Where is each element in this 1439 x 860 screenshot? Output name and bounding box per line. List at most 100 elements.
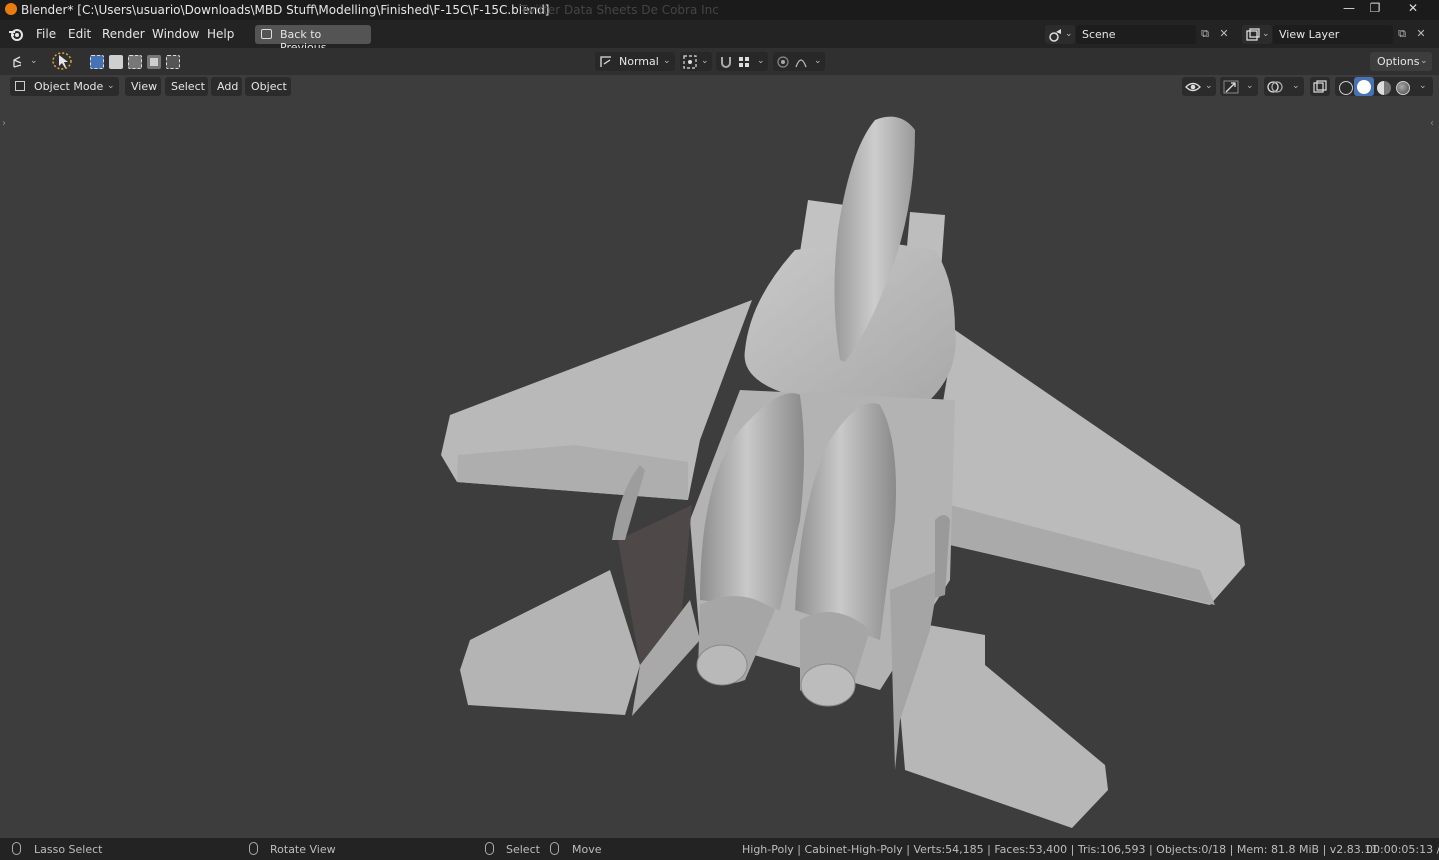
overlays-icon xyxy=(1267,81,1283,93)
object-mode-dropdown[interactable]: Object Mode ⌄ xyxy=(10,77,119,96)
orientation-icon xyxy=(600,56,611,67)
xray-toggle[interactable] xyxy=(1310,77,1330,96)
back-screen-icon xyxy=(261,29,272,39)
overlays-dropdown[interactable]: ⌄ xyxy=(1264,77,1304,96)
proportional-editing-dropdown[interactable]: ⌄ xyxy=(773,52,825,71)
view-layer-icon xyxy=(1246,28,1260,41)
chevron-down-icon: ⌄ xyxy=(1292,81,1300,91)
lasso-select-tool-icon xyxy=(52,52,72,70)
window-title: Blender* [C:\Users\usuario\Downloads\MBD… xyxy=(21,3,550,17)
viewport-menu-object-label: Object xyxy=(251,80,287,93)
blender-app-icon xyxy=(5,3,17,15)
viewport-menu-add[interactable]: Add xyxy=(211,77,242,96)
view-layer-selector-dropdown[interactable]: ⌄ xyxy=(1242,25,1272,44)
chevron-down-icon: ⌄ xyxy=(1246,81,1254,91)
gizmo-icon xyxy=(1223,80,1239,94)
view-layer-name-label: View Layer xyxy=(1279,28,1340,41)
proportional-edit-icon xyxy=(777,56,789,68)
falloff-icon xyxy=(795,59,807,68)
delete-scene-icon[interactable]: ✕ xyxy=(1215,25,1233,44)
wireframe-icon[interactable] xyxy=(1339,81,1353,95)
right-exhaust xyxy=(800,663,856,707)
chevron-down-icon: ⌄ xyxy=(1420,56,1428,66)
3d-viewport[interactable]: › ‹ xyxy=(0,100,1439,838)
scene-icon xyxy=(1049,29,1061,42)
chevron-down-icon: ⌄ xyxy=(1262,29,1270,39)
snap-increment-icon xyxy=(739,57,749,67)
chevron-down-icon: ⌄ xyxy=(663,56,671,66)
scene-selector-dropdown[interactable]: ⌄ xyxy=(1045,25,1075,44)
new-scene-icon[interactable]: ⧉ xyxy=(1196,25,1214,44)
tool-header: ⌄ Normal ⌄ ⌄ ⌄ ⌄ Options ⌄ xyxy=(0,48,1439,75)
object-mode-icon xyxy=(15,81,25,91)
menu-help[interactable]: Help xyxy=(207,27,234,41)
status-select: Select xyxy=(506,843,540,856)
menu-edit[interactable]: Edit xyxy=(68,27,91,41)
solid-shading-active[interactable] xyxy=(1354,77,1374,96)
chevron-down-icon: ⌄ xyxy=(701,56,709,66)
chevron-down-icon: ⌄ xyxy=(814,56,822,66)
select-new-icon[interactable] xyxy=(90,55,104,69)
maximize-button[interactable]: ❐ xyxy=(1362,0,1388,18)
f15c-model[interactable] xyxy=(0,100,1439,838)
right-horizontal-stabilizer xyxy=(900,620,1108,828)
menu-window[interactable]: Window xyxy=(152,27,199,41)
options-label: Options xyxy=(1377,55,1420,68)
options-dropdown[interactable]: Options ⌄ xyxy=(1370,52,1432,71)
viewport-menu-view[interactable]: View xyxy=(125,77,161,96)
mouse-left-icon xyxy=(485,842,494,855)
viewport-menu-add-label: Add xyxy=(217,80,239,93)
magnet-icon xyxy=(721,57,731,68)
object-mode-label: Object Mode xyxy=(34,80,104,93)
viewport-menu-view-label: View xyxy=(131,80,158,93)
status-move: Move xyxy=(572,843,602,856)
status-bar: Lasso Select Rotate View Select Move Hig… xyxy=(0,838,1439,860)
status-lasso-select: Lasso Select xyxy=(34,843,103,856)
mouse-left-drag-icon xyxy=(12,842,21,855)
chevron-down-icon: ⌄ xyxy=(30,56,38,66)
visibility-dropdown[interactable]: ⌄ xyxy=(1182,77,1216,96)
chevron-down-icon: ⌄ xyxy=(757,56,765,66)
delete-view-layer-icon[interactable]: ✕ xyxy=(1412,25,1430,44)
status-rotate-view: Rotate View xyxy=(270,843,336,856)
back-to-previous-button[interactable]: Back to Previous xyxy=(255,25,371,54)
chevron-down-icon: ⌄ xyxy=(1065,29,1073,39)
menu-file[interactable]: File xyxy=(36,27,56,41)
active-tool-button[interactable] xyxy=(48,52,76,71)
mouse-right-icon xyxy=(550,842,559,855)
orientation-label: Normal xyxy=(619,55,659,68)
pivot-icon xyxy=(683,55,697,69)
select-extend-icon[interactable] xyxy=(109,55,123,69)
editor-type-dropdown[interactable]: ⌄ xyxy=(8,52,40,71)
viewport-menu-select-label: Select xyxy=(171,80,205,93)
transform-orientation-dropdown[interactable]: Normal ⌄ xyxy=(595,52,675,71)
chevron-down-icon[interactable]: ⌄ xyxy=(1419,81,1427,91)
viewport-menu-object[interactable]: Object xyxy=(245,77,291,96)
minimize-button[interactable]: — xyxy=(1336,0,1362,18)
close-button[interactable]: ✕ xyxy=(1390,0,1436,18)
rendered-icon[interactable] xyxy=(1396,81,1410,95)
material-preview-icon[interactable] xyxy=(1377,81,1391,95)
window-titlebar: Blender* [C:\Users\usuario\Downloads\MBD… xyxy=(0,0,1439,20)
menu-render[interactable]: Render xyxy=(102,27,145,41)
select-invert-icon[interactable] xyxy=(147,55,161,69)
blender-logo-icon[interactable] xyxy=(8,26,24,42)
chevron-down-icon: ⌄ xyxy=(1205,81,1213,91)
pivot-point-dropdown[interactable]: ⌄ xyxy=(680,52,712,71)
viewport-header: Object Mode ⌄ View Select Add Object ⌄ ⌄… xyxy=(0,75,1439,100)
scene-name-field[interactable]: Scene xyxy=(1076,25,1196,44)
xray-icon xyxy=(1313,80,1327,93)
gizmo-dropdown[interactable]: ⌄ xyxy=(1220,77,1258,96)
snap-dropdown[interactable]: ⌄ xyxy=(716,52,768,71)
top-menubar: File Edit Render Window Help Back to Pre… xyxy=(0,20,1439,54)
viewport-menu-select[interactable]: Select xyxy=(165,77,208,96)
background-tabs: Twitter Data Sheets De Cobra Inc xyxy=(520,3,719,17)
left-exhaust xyxy=(696,644,748,686)
select-intersect-icon[interactable] xyxy=(166,55,180,69)
view-layer-name-field[interactable]: View Layer xyxy=(1273,25,1393,44)
select-subtract-icon[interactable] xyxy=(128,55,142,69)
eye-icon xyxy=(1185,82,1201,92)
scene-name-label: Scene xyxy=(1082,28,1116,41)
new-view-layer-icon[interactable]: ⧉ xyxy=(1393,25,1411,44)
shading-mode-group: ⌄ xyxy=(1335,77,1433,96)
